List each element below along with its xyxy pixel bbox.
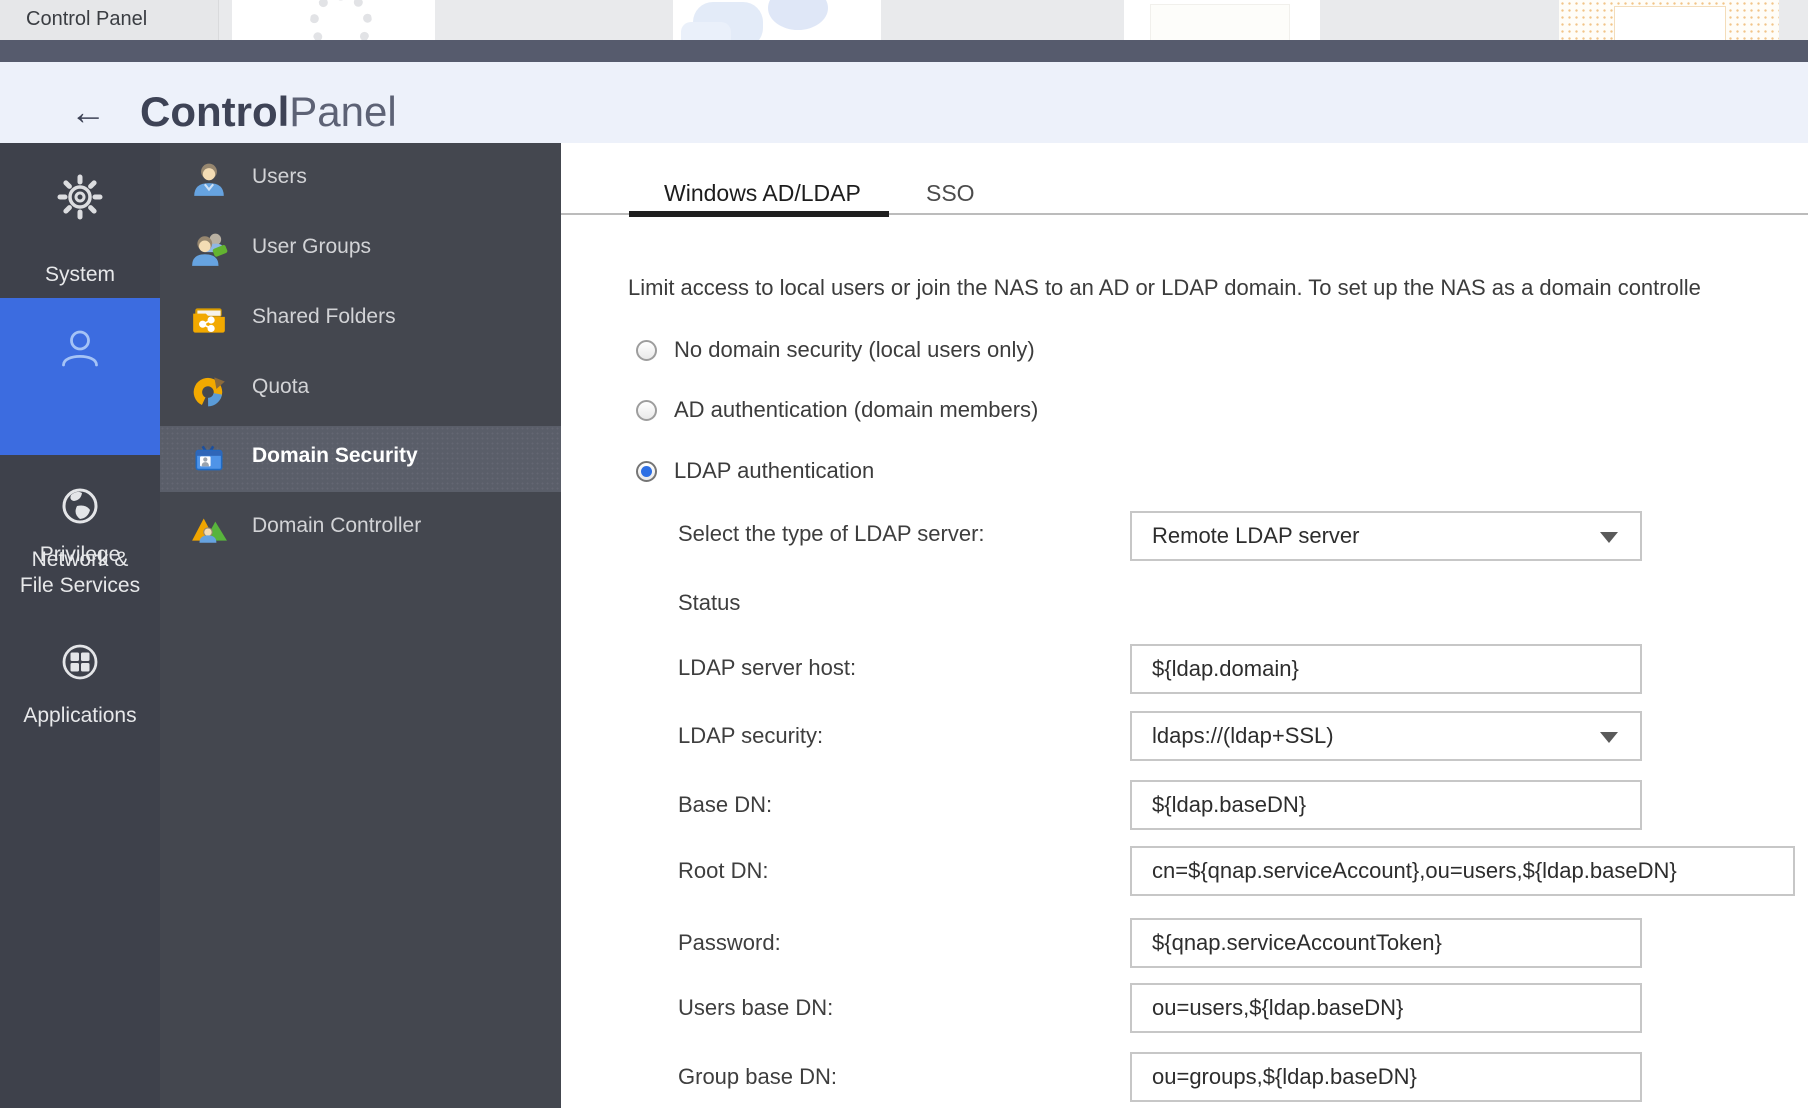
sidebar-item-system[interactable]: System	[0, 173, 160, 298]
back-arrow-icon[interactable]: ←	[70, 94, 106, 130]
applications-grid-icon	[56, 638, 104, 686]
radio-ldap-authentication[interactable]: LDAP authentication	[561, 458, 1261, 486]
group-base-dn-input[interactable]	[1130, 1052, 1642, 1102]
radio-button-icon[interactable]	[636, 461, 657, 482]
user-groups-icon	[190, 231, 228, 269]
radio-no-domain-security[interactable]: No domain security (local users only)	[561, 337, 1261, 365]
sidebar-item-label-line1: Network &	[0, 548, 160, 572]
radio-ad-authentication[interactable]: AD authentication (domain members)	[561, 397, 1261, 425]
radio-label: No domain security (local users only)	[674, 337, 1035, 363]
gear-icon	[56, 173, 104, 221]
app-thumbnail-1[interactable]	[232, 0, 435, 40]
ldap-server-type-select[interactable]: Remote LDAP server	[1130, 511, 1642, 561]
ldap-security-select[interactable]: ldaps://(ldap+SSL)	[1130, 711, 1642, 761]
submenu-item-domain-controller[interactable]: Domain Controller	[160, 496, 561, 562]
submenu-item-label: Domain Controller	[252, 514, 421, 538]
quota-donut-icon	[190, 371, 228, 409]
dropdown-caret-icon	[1600, 732, 1618, 743]
app-thumbnail-4[interactable]	[1559, 0, 1779, 40]
ldap-server-host-label: LDAP server host:	[678, 655, 856, 681]
root-dn-label: Root DN:	[678, 858, 768, 884]
domain-security-panel: Windows AD/LDAP SSO Limit access to loca…	[561, 143, 1808, 1119]
taskbar-tab-label: Control Panel	[26, 8, 147, 31]
sidebar-item-applications[interactable]: Applications	[0, 638, 160, 748]
root-dn-input[interactable]	[1130, 846, 1795, 896]
submenu-item-users[interactable]: Users	[160, 147, 561, 213]
base-dn-input[interactable]	[1130, 780, 1642, 830]
ldap-security-value: ldaps://(ldap+SSL)	[1152, 723, 1334, 749]
globe-icon	[56, 482, 104, 530]
submenu-item-label: User Groups	[252, 235, 371, 259]
status-label: Status	[678, 590, 740, 616]
faded-shape	[681, 22, 731, 40]
submenu-item-label: Domain Security	[252, 444, 418, 468]
radio-label: AD authentication (domain members)	[674, 397, 1038, 423]
page-title-bold: Control	[140, 88, 289, 135]
submenu-item-label: Shared Folders	[252, 305, 396, 329]
base-dn-label: Base DN:	[678, 792, 772, 818]
radio-button-icon[interactable]	[636, 340, 657, 361]
sidebar-item-label: Applications	[0, 704, 160, 728]
shared-folders-icon	[190, 301, 228, 339]
submenu-item-shared-folders[interactable]: Shared Folders	[160, 287, 561, 353]
control-panel-header: ← ControlPanel	[0, 62, 1808, 143]
taskbar: Control Panel	[0, 0, 1808, 40]
radio-button-icon[interactable]	[636, 400, 657, 421]
active-tab-underline	[629, 211, 889, 217]
tab-windows-ad-ldap[interactable]: Windows AD/LDAP	[664, 180, 861, 210]
sidebar-item-label: System	[0, 263, 160, 287]
users-icon	[190, 161, 228, 199]
ldap-security-label: LDAP security:	[678, 723, 823, 749]
submenu-item-user-groups[interactable]: User Groups	[160, 217, 561, 283]
window-top-strip	[0, 40, 1808, 62]
tab-sso[interactable]: SSO	[926, 180, 975, 210]
faded-gear-icon	[310, 0, 372, 40]
category-sidebar: System Privilege Network & File Services	[0, 143, 160, 1108]
domain-security-description: Limit access to local users or join the …	[628, 275, 1808, 301]
ldap-server-host-input[interactable]	[1130, 644, 1642, 694]
page-title: ControlPanel	[140, 89, 397, 135]
submenu-item-quota[interactable]: Quota	[160, 357, 561, 423]
ldap-server-type-label: Select the type of LDAP server:	[678, 521, 985, 547]
faded-shape	[768, 0, 828, 30]
ldap-server-type-value: Remote LDAP server	[1152, 523, 1359, 549]
sidebar-item-privilege[interactable]: Privilege	[0, 298, 160, 455]
domain-controller-icon	[190, 510, 228, 548]
taskbar-tab-control-panel[interactable]: Control Panel	[0, 0, 219, 40]
app-thumbnail-3[interactable]	[1124, 0, 1320, 40]
password-input[interactable]	[1130, 918, 1642, 968]
password-label: Password:	[678, 930, 781, 956]
sidebar-item-network-file-services[interactable]: Network & File Services	[0, 480, 160, 610]
dropdown-caret-icon	[1600, 532, 1618, 543]
faded-page	[1614, 6, 1726, 40]
page-title-light: Panel	[289, 88, 396, 135]
app-thumbnail-2[interactable]	[673, 0, 881, 40]
group-base-dn-label: Group base DN:	[678, 1064, 837, 1090]
privilege-submenu: Users User Groups Shared Folders	[160, 143, 561, 1108]
domain-security-badge-icon	[190, 440, 228, 478]
submenu-item-label: Users	[252, 165, 307, 189]
submenu-item-label: Quota	[252, 375, 309, 399]
sidebar-item-label-line2: File Services	[0, 574, 160, 598]
faded-page	[1150, 4, 1290, 40]
users-base-dn-label: Users base DN:	[678, 995, 833, 1021]
users-base-dn-input[interactable]	[1130, 983, 1642, 1033]
submenu-item-domain-security[interactable]: Domain Security	[160, 426, 561, 492]
radio-label: LDAP authentication	[674, 458, 874, 484]
user-outline-icon	[56, 324, 104, 372]
